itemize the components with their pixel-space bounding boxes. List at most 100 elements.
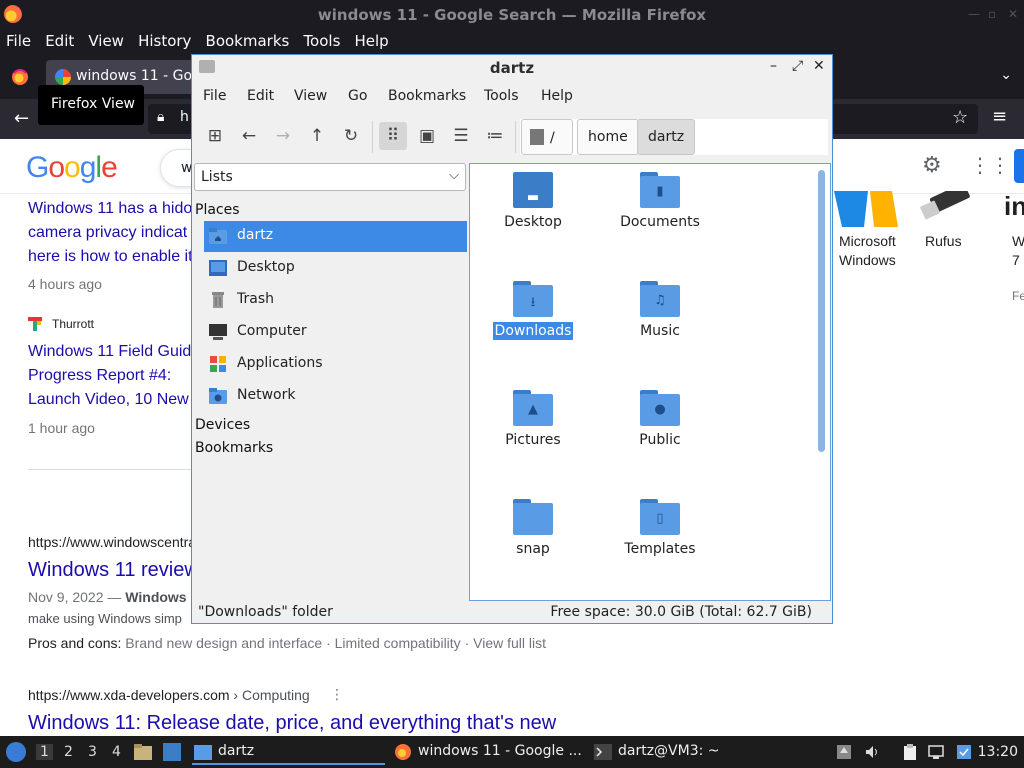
new-tab-icon[interactable]: ⊞ [201,122,229,150]
gear-icon[interactable]: ⚙ [922,153,942,178]
place-item-desktop[interactable]: Desktop [204,253,467,284]
menu-tools[interactable]: Tools [300,29,343,50]
file-item-downloads[interactable]: ⭳ Downloads [478,281,588,340]
result-3-url[interactable]: https://www.windowscentra [28,534,196,550]
thumbnail-view-icon[interactable]: ▣ [413,122,441,150]
place-item-applications[interactable]: Applications [204,349,467,380]
icon-view-icon[interactable]: ⠿ [379,122,407,150]
network-wired-icon[interactable] [928,744,944,760]
file-manager-launcher-icon[interactable] [134,743,152,761]
usb-drive-image[interactable] [918,191,974,223]
fm-statusbar: "Downloads" folder Free space: 30.0 GiB … [192,601,832,623]
windows-logo-image[interactable] [834,191,906,227]
google-logo[interactable]: Google [26,151,118,185]
task-terminal[interactable]: dartz@VM3: ~ [592,739,772,765]
fm-menu-bookmarks[interactable]: Bookmarks [388,88,466,104]
result-2-title-line[interactable]: Progress Report #4: [28,364,171,388]
back-arrow-icon[interactable]: ← [235,122,263,150]
minimize-icon[interactable]: — [968,7,980,21]
side-pane-mode-select[interactable]: Lists ⌵ [194,163,466,191]
file-item-public[interactable]: ● Public [605,390,715,449]
pros-values[interactable]: Brand new design and interface · Limited… [125,635,546,651]
breadcrumb-dartz[interactable]: dartz [637,119,696,155]
bookmarks-header[interactable]: Bookmarks [195,440,273,456]
place-item-dartz[interactable]: dartz [204,221,467,252]
places-header[interactable]: Places [195,202,240,218]
bookmark-star-icon[interactable]: ☆ [952,107,968,128]
sign-in-button[interactable] [1014,149,1024,183]
breadcrumb-home[interactable]: home [577,119,639,155]
forward-arrow-icon[interactable]: → [269,122,297,150]
workspace-1[interactable]: 1 [36,744,53,760]
file-item-music[interactable]: ♫ Music [605,281,715,340]
firefox-view-button[interactable] [6,63,34,91]
back-arrow-icon[interactable]: ← [14,108,29,129]
file-item-documents[interactable]: ▮ Documents [605,172,715,231]
workspace-2[interactable]: 2 [64,744,73,760]
menu-history[interactable]: History [135,29,194,50]
notifications-icon[interactable] [956,744,972,760]
task-file-manager[interactable]: dartz [192,739,385,765]
result-3-title[interactable]: Windows 11 review [28,559,199,582]
updates-icon[interactable] [836,744,852,760]
fm-menu-edit[interactable]: Edit [247,88,274,104]
task-firefox[interactable]: windows 11 - Google ... [392,739,582,765]
volume-icon[interactable] [864,744,880,760]
devices-header[interactable]: Devices [195,417,250,433]
file-item-templates[interactable]: ▯ Templates [605,499,715,558]
menu-help[interactable]: Help [351,29,391,50]
place-item-trash[interactable]: Trash [204,285,467,316]
result-4-title[interactable]: Windows 11: Release date, price, and eve… [28,712,556,735]
fm-titlebar[interactable]: dartz – ⤢ ✕ [192,55,832,81]
result-2-title-line[interactable]: Windows 11 Field Guid [28,340,191,364]
file-item-desktop[interactable]: ▬ Desktop [478,172,588,231]
detailed-list-view-icon[interactable]: ≔ [481,122,509,150]
result-2-title-line[interactable]: Launch Video, 10 New [28,388,189,412]
maximize-icon[interactable]: ⤢ [792,58,803,74]
result-4-url[interactable]: https://www.xda-developers.com › Computi… [28,687,310,703]
file-item-pictures[interactable]: ▲ Pictures [478,390,588,449]
side-card-label[interactable]: 7 [1012,251,1020,270]
fm-menu-help[interactable]: Help [541,88,573,104]
menu-bookmarks[interactable]: Bookmarks [203,29,293,50]
result-1-title-line[interactable]: here is how to enable it [28,245,193,269]
side-card-label[interactable]: W [1012,232,1024,251]
maximize-icon[interactable]: ▫ [988,7,996,21]
breadcrumb-root[interactable]: / [521,119,573,155]
menu-file[interactable]: File [3,29,34,50]
clock[interactable]: 13:20 [978,744,1018,760]
lock-icon[interactable]: 🔒︎ [157,109,164,125]
side-card-label[interactable]: Rufus [925,232,962,251]
menu-edit[interactable]: Edit [42,29,77,50]
place-label: Desktop [237,259,295,275]
hamburger-menu-icon[interactable]: ≡ [992,106,1007,127]
up-arrow-icon[interactable]: ↑ [303,122,331,150]
fm-menu-tools[interactable]: Tools [484,88,519,104]
side-card-label[interactable]: Microsoft [839,232,896,251]
result-1-title-line[interactable]: camera privacy indicat [28,221,187,245]
reload-icon[interactable]: ↻ [337,122,365,150]
vertical-scrollbar[interactable] [818,170,825,452]
fm-icon-view[interactable]: ▬ Desktop ▮ Documents ⭳ Downloads ♫ Musi… [469,163,831,601]
workspace-3[interactable]: 3 [88,744,97,760]
side-card-label[interactable]: Windows [839,251,896,270]
list-tabs-chevron-icon[interactable]: ⌄ [1000,67,1012,83]
fm-menu-file[interactable]: File [203,88,226,104]
close-icon[interactable]: ✕ [1008,7,1018,21]
file-item-snap[interactable]: snap [478,499,588,558]
place-item-computer[interactable]: Computer [204,317,467,348]
clipboard-icon[interactable] [902,744,918,760]
place-label: dartz [237,227,274,243]
start-menu-icon[interactable] [6,742,26,762]
workspace-4[interactable]: 4 [112,744,121,760]
place-item-network[interactable]: Network [204,381,467,412]
more-options-icon[interactable]: ⋮ [330,687,344,703]
minimize-icon[interactable]: – [770,58,777,74]
fm-menu-view[interactable]: View [294,88,327,104]
fm-menu-go[interactable]: Go [348,88,367,104]
compact-view-icon[interactable]: ☰ [447,122,475,150]
result-1-title-line[interactable]: Windows 11 has a hido [28,197,192,221]
show-desktop-icon[interactable] [163,743,181,761]
menu-view[interactable]: View [85,29,127,50]
close-icon[interactable]: ✕ [813,58,825,74]
